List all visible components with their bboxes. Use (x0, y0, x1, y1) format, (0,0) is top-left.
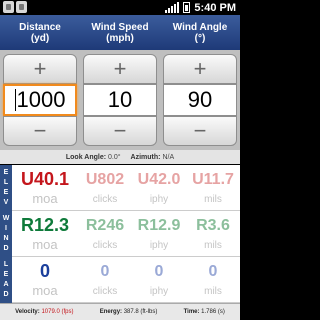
wind-speed-decrement-button[interactable]: − (83, 116, 157, 146)
battery-icon (183, 2, 191, 13)
elev-moa-cell: U40.1 moa (20, 169, 70, 206)
wind-row: WIND R12.3 moa R246 clicks R12.9 iphy R3… (0, 211, 240, 257)
distance-stepper: + 1000 − (0, 50, 80, 150)
plus-icon: + (113, 56, 127, 81)
wind-clicks-cell: R246 clicks (85, 217, 125, 251)
wind-mils-cell: R3.6 mils (196, 217, 230, 251)
minus-icon: − (113, 118, 127, 143)
signal-icon (165, 2, 180, 13)
text-cursor (14, 89, 16, 111)
elev-iphy-cell: U42.0 iphy (137, 171, 181, 205)
wind-angle-input[interactable]: 90 (163, 84, 237, 116)
trajectory-footer: Velocity: 1079.0 (fps) Energy: 387.8 (ft… (0, 303, 240, 320)
azimuth: Azimuth: N/A (130, 153, 175, 161)
clock: 5:40 PM (194, 1, 236, 14)
distance-header: Distance (yd) (19, 21, 61, 44)
plus-icon: + (33, 56, 47, 81)
lead-row: LEAD 0 moa 0 clicks 0 iphy 0 mils (0, 257, 240, 303)
notification-icon (3, 1, 14, 13)
elev-mils-cell: U11.7 mils (192, 171, 234, 205)
wind-speed-stepper: + 10 − (80, 50, 160, 150)
time-readout: Time: 1.786 (s) (183, 309, 225, 315)
wind-side-label: WIND (0, 211, 12, 257)
wind-speed-increment-button[interactable]: + (83, 54, 157, 84)
wind-angle-header: Wind Angle (°) (172, 21, 228, 44)
distance-decrement-button[interactable]: − (3, 116, 77, 146)
lead-iphy-cell: 0 iphy (149, 263, 169, 297)
energy-readout: Energy: 387.8 (ft-lbs) (99, 309, 158, 315)
elev-side-label: ELEV (0, 165, 12, 211)
ballistic-output: ELEV U40.1 moa U802 clicks U42.0 iphy U1… (0, 165, 240, 303)
minus-icon: − (33, 118, 47, 143)
elevation-row: ELEV U40.1 moa U802 clicks U42.0 iphy U1… (0, 165, 240, 211)
notification-icon (16, 1, 27, 13)
plus-icon: + (193, 56, 207, 81)
distance-increment-button[interactable]: + (3, 54, 77, 84)
wind-angle-stepper: + 90 − (160, 50, 240, 150)
input-headers: Distance (yd) Wind Speed (mph) Wind Angl… (0, 15, 240, 50)
wind-angle-decrement-button[interactable]: − (163, 116, 237, 146)
elev-clicks-cell: U802 clicks (85, 171, 125, 205)
notification-area (3, 1, 27, 13)
distance-input[interactable]: 1000 (3, 84, 77, 116)
wind-speed-input[interactable]: 10 (83, 84, 157, 116)
wind-speed-header: Wind Speed (mph) (91, 21, 149, 44)
status-bar: 5:40 PM (0, 0, 240, 15)
lead-moa-cell: 0 moa (32, 261, 58, 298)
lead-mils-cell: 0 mils (204, 263, 222, 297)
minus-icon: − (193, 118, 207, 143)
lead-clicks-cell: 0 clicks (92, 263, 118, 297)
lead-side-label: LEAD (0, 257, 12, 303)
angle-info-bar: Look Angle: 0.0° Azimuth: N/A (0, 150, 240, 164)
wind-moa-cell: R12.3 moa (20, 215, 70, 252)
velocity-readout: Velocity: 1079.0 (fps) (15, 309, 74, 315)
wind-angle-increment-button[interactable]: + (163, 54, 237, 84)
look-angle: Look Angle: 0.0° (65, 153, 121, 161)
wind-iphy-cell: R12.9 iphy (137, 217, 181, 251)
input-steppers: + 1000 − + 10 − + 90 − (0, 50, 240, 150)
